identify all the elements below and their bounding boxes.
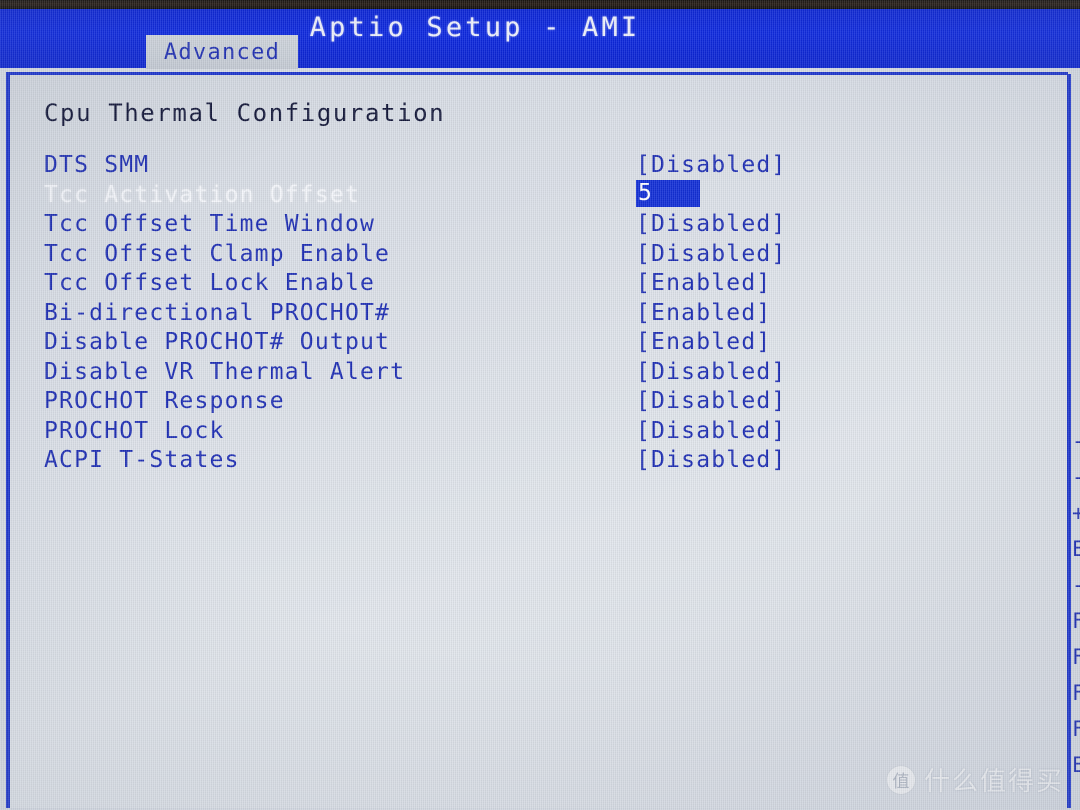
setting-value[interactable]: [Disabled]: [636, 388, 786, 414]
setting-row[interactable]: PROCHOT Lock [Disabled]: [0, 418, 1060, 447]
setting-label: Bi-directional PROCHOT#: [44, 299, 391, 326]
setting-value[interactable]: [Enabled]: [636, 270, 771, 296]
setting-row[interactable]: Tcc Offset Lock Enable [Enabled]: [0, 270, 1060, 299]
bios-screen: Aptio Setup - AMI Advanced --+E-FFFFE Cp…: [0, 0, 1080, 810]
setting-value[interactable]: [Disabled]: [636, 211, 786, 237]
setting-value[interactable]: [Disabled]: [636, 152, 786, 178]
setting-row[interactable]: Disable PROCHOT# Output [Enabled]: [0, 329, 1060, 358]
setting-value-input[interactable]: 5: [636, 179, 700, 207]
setting-value[interactable]: [Disabled]: [636, 447, 786, 473]
setting-label: Tcc Offset Time Window: [44, 211, 376, 237]
setting-row[interactable]: DTS SMM [Disabled]: [0, 152, 1060, 181]
setting-row[interactable]: Bi-directional PROCHOT# [Enabled]: [0, 300, 1060, 329]
tab-advanced[interactable]: Advanced: [146, 35, 298, 69]
setting-row[interactable]: Tcc Offset Time Window [Disabled]: [0, 211, 1060, 240]
setting-value[interactable]: [Disabled]: [636, 241, 786, 267]
setting-row[interactable]: ACPI T-States [Disabled]: [0, 447, 1060, 476]
watermark-text: 什么值得买: [923, 767, 1064, 797]
setting-label: DTS SMM: [44, 152, 150, 178]
watermark: 值 什么值得买: [885, 761, 1064, 798]
setting-label: Tcc Offset Lock Enable: [44, 270, 376, 296]
setting-row[interactable]: Tcc Offset Clamp Enable [Disabled]: [0, 241, 1060, 270]
setting-label: PROCHOT Response: [44, 388, 285, 414]
monitor-bezel-edge: [0, 0, 1080, 9]
setting-value[interactable]: [Disabled]: [636, 359, 786, 385]
setting-value[interactable]: [Enabled]: [636, 300, 771, 326]
tab-advanced-label: Advanced: [163, 40, 281, 65]
setting-label: PROCHOT Lock: [44, 417, 225, 444]
watermark-logo-icon: 值: [885, 764, 916, 795]
setting-label: Disable PROCHOT# Output: [44, 329, 391, 355]
setting-value[interactable]: [Enabled]: [636, 329, 771, 355]
setting-value[interactable]: [Disabled]: [636, 418, 786, 444]
setting-row[interactable]: Disable VR Thermal Alert [Disabled]: [0, 359, 1060, 388]
setting-label: ACPI T-States: [44, 447, 240, 473]
setting-row[interactable]: Tcc Activation Offset 5: [0, 179, 1060, 211]
setting-label: Disable VR Thermal Alert: [44, 358, 406, 385]
setting-row[interactable]: PROCHOT Response [Disabled]: [0, 388, 1060, 417]
setting-label: Tcc Activation Offset: [44, 181, 360, 208]
setting-label: Tcc Offset Clamp Enable: [44, 240, 391, 267]
settings-list: DTS SMM [Disabled] Tcc Activation Offset 5 T…: [0, 0, 1080, 810]
